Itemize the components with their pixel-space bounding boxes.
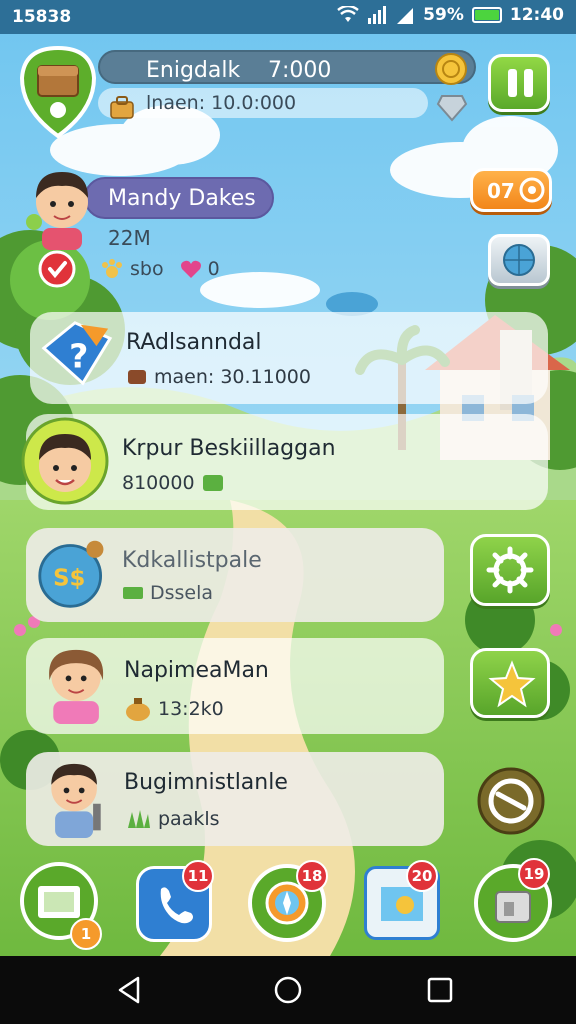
- settings-button[interactable]: [470, 534, 550, 606]
- rewards-button[interactable]: 07: [470, 168, 552, 212]
- help-badge-icon: ?: [41, 321, 113, 386]
- system-nav-bar: [0, 956, 576, 1024]
- phone-badge: 11: [182, 860, 214, 892]
- home-icon[interactable]: [272, 974, 304, 1006]
- chest-shield-icon[interactable]: [18, 44, 98, 140]
- close-badge-icon[interactable]: [38, 250, 76, 288]
- list-item-sub: paakls: [124, 808, 220, 830]
- gem-icon: [436, 95, 468, 122]
- coin-icon: [435, 53, 467, 85]
- profile-level: 22M: [108, 226, 151, 250]
- back-icon[interactable]: [114, 974, 146, 1006]
- rewards-button-label: 07: [487, 179, 515, 203]
- photo-icon: [38, 886, 80, 918]
- profile-stats: sbo 0: [100, 258, 220, 280]
- list-item-title: NapimeaMan: [124, 658, 269, 683]
- boost-button[interactable]: [470, 648, 550, 718]
- list-item-sub: 13:2k0: [124, 696, 224, 722]
- recents-icon[interactable]: [424, 974, 456, 1006]
- list-item-sub-text: maen: 30.11000: [154, 366, 311, 388]
- list-item-sub-text: paakls: [158, 808, 220, 830]
- photo-badge: 1: [70, 918, 102, 950]
- target-icon: [519, 177, 545, 203]
- cash-icon: [123, 587, 143, 599]
- profile-stats-label: sbo: [130, 258, 164, 280]
- grass-icon: [128, 810, 150, 828]
- svg-text:S$: S$: [53, 565, 85, 591]
- bag-icon: [126, 698, 150, 721]
- star-arrow-icon: [488, 660, 536, 708]
- list-item-sub: maen: 30.11000: [126, 366, 311, 388]
- leaf-icon: [202, 475, 223, 491]
- pause-button[interactable]: [488, 54, 550, 112]
- signal-icon-2: [397, 8, 414, 24]
- farmer-avatar-icon: [51, 763, 101, 838]
- list-item-title: Kdkallistpale: [122, 548, 262, 573]
- wifi-icon: [337, 6, 359, 22]
- list-item-sub-text: Dssela: [150, 582, 214, 604]
- list-item-sub-text: 810000: [122, 472, 195, 494]
- status-right: 59% 12:40: [337, 5, 564, 25]
- status-bar: 15838 59% 12:40: [0, 0, 576, 34]
- list-item-sub-text: 13:2k0: [158, 698, 224, 720]
- player-name: Enigdalk: [146, 58, 241, 83]
- map-badge: 20: [406, 860, 438, 892]
- battery-percent: 59%: [423, 5, 464, 25]
- gear-icon: [486, 546, 534, 594]
- compass-badge: 18: [296, 860, 328, 892]
- player-sub-pill: lnaen: 10.0:000: [98, 88, 428, 118]
- player-name-pill: Enigdalk 7:000: [98, 50, 476, 84]
- list-item-title: Bugimnistlanle: [124, 770, 288, 795]
- globe-icon: [503, 244, 535, 276]
- bag-icon: [110, 96, 134, 119]
- signal-icon: [368, 6, 387, 24]
- status-left-text: 15838: [12, 7, 72, 27]
- compass-badge-icon[interactable]: [476, 766, 546, 836]
- list-item-sub: 810000: [122, 472, 225, 494]
- profile-name: Mandy Dakes: [108, 186, 256, 211]
- paw-icon: [102, 259, 122, 278]
- hearts-count: 0: [207, 258, 220, 280]
- list-item-title: Krpur Beskiillaggan: [122, 436, 336, 461]
- player-avatar[interactable]: [22, 160, 98, 250]
- svg-text:?: ?: [69, 337, 88, 376]
- globe-coin-icon: S$: [38, 540, 104, 608]
- globe-button[interactable]: [488, 234, 550, 286]
- battery-icon: [471, 7, 502, 23]
- girl-avatar-icon: [49, 649, 104, 724]
- heart-icon: [180, 260, 201, 278]
- clock: 12:40: [509, 5, 564, 25]
- player-gold: 7:000: [268, 58, 332, 83]
- player-sub-label: lnaen: 10.0:000: [146, 92, 297, 114]
- boy-avatar-icon[interactable]: [20, 416, 110, 506]
- shop-badge: 19: [518, 858, 550, 890]
- chocolate-icon: [128, 370, 146, 384]
- list-item-sub: Dssela: [122, 582, 213, 604]
- list-item-title: RAdlsanndal: [126, 330, 262, 355]
